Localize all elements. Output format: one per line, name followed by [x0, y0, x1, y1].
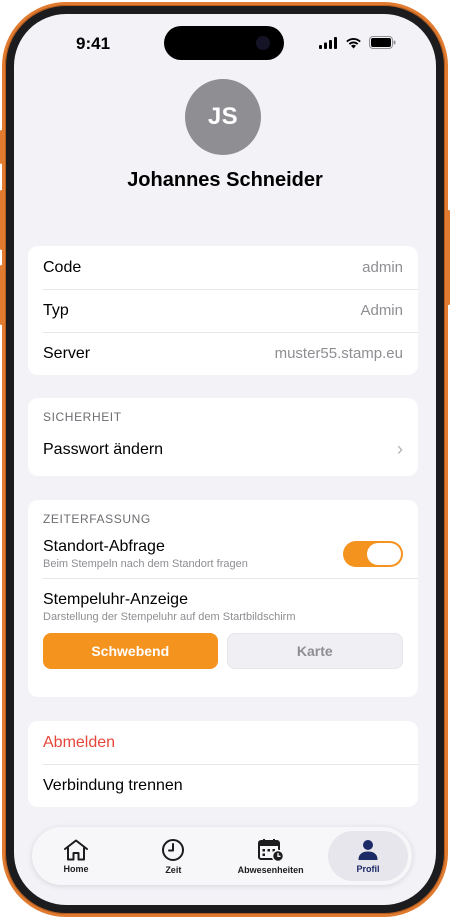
avatar: JS — [185, 79, 261, 155]
map-option-button[interactable]: Karte — [226, 633, 403, 669]
tab-time[interactable]: Zeit — [133, 831, 213, 881]
logout-button[interactable]: Abmelden — [28, 721, 418, 764]
battery-icon — [369, 36, 396, 49]
change-password-row[interactable]: Passwort ändern › — [28, 428, 418, 471]
type-value: Admin — [360, 302, 403, 319]
screen: 9:41 JS Johannes Schneider Code admin Ty… — [14, 14, 436, 905]
code-label: Code — [43, 258, 82, 276]
location-row: Standort-Abfrage Beim Stempeln nach dem … — [28, 526, 418, 572]
disconnect-button[interactable]: Verbindung trennen — [28, 764, 418, 807]
home-icon — [64, 839, 88, 860]
status-time: 9:41 — [76, 34, 111, 53]
user-name: Johannes Schneider — [127, 169, 323, 191]
dynamic-island — [164, 26, 284, 60]
code-row: Code admin — [28, 246, 418, 289]
person-icon — [358, 839, 378, 860]
tab-time-label: Zeit — [165, 864, 182, 875]
signal-icon — [319, 36, 337, 49]
action-button — [0, 130, 3, 164]
code-value: admin — [362, 259, 403, 276]
location-title: Standort-Abfrage — [43, 538, 165, 555]
tab-profile[interactable]: Profil — [327, 831, 408, 881]
account-card: Code admin Typ Admin Server muster55.sta… — [28, 246, 418, 375]
floating-option-button[interactable]: Schwebend — [43, 633, 218, 669]
wifi-icon — [346, 37, 361, 48]
status-icons — [319, 36, 396, 49]
volume-up-button — [0, 190, 3, 250]
tab-profile-label: Profil — [356, 863, 380, 874]
type-row: Typ Admin — [28, 289, 418, 332]
calendar-icon — [257, 838, 284, 862]
type-label: Typ — [43, 301, 69, 319]
server-label: Server — [43, 344, 91, 362]
clock-subtitle: Darstellung der Stempeluhr auf dem Start… — [43, 611, 296, 623]
tab-absences[interactable]: Abwesenheiten — [231, 831, 311, 881]
camera-icon — [256, 36, 270, 50]
location-toggle[interactable] — [343, 541, 403, 567]
clock-icon — [162, 838, 185, 861]
tab-absences-label: Abwesenheiten — [237, 864, 304, 875]
time-tracking-header: ZEITERFASSUNG — [43, 512, 151, 526]
location-subtitle: Beim Stempeln nach dem Standort fragen — [43, 558, 248, 570]
actions-card: Abmelden Verbindung trennen — [28, 721, 418, 807]
security-card: SICHERHEIT Passwort ändern › — [28, 398, 418, 476]
security-header: SICHERHEIT — [43, 410, 122, 424]
server-row: Server muster55.stamp.eu — [28, 332, 418, 375]
clock-mode-selector: Schwebend Karte — [28, 633, 418, 669]
server-value: muster55.stamp.eu — [274, 345, 403, 362]
chevron-right-icon: › — [397, 439, 403, 459]
clock-title: Stempeluhr-Anzeige — [43, 591, 188, 608]
time-tracking-card: ZEITERFASSUNG Standort-Abfrage Beim Stem… — [28, 500, 418, 697]
tab-home[interactable]: Home — [36, 831, 116, 881]
change-password-label: Passwort ändern — [43, 440, 164, 458]
toggle-knob — [367, 543, 401, 565]
tab-bar: Home Zeit Abwesenheiten Profil — [32, 827, 412, 885]
tab-home-label: Home — [63, 863, 89, 874]
volume-down-button — [0, 265, 3, 325]
clock-display-row: Stempeluhr-Anzeige Darstellung der Stemp… — [28, 579, 418, 623]
